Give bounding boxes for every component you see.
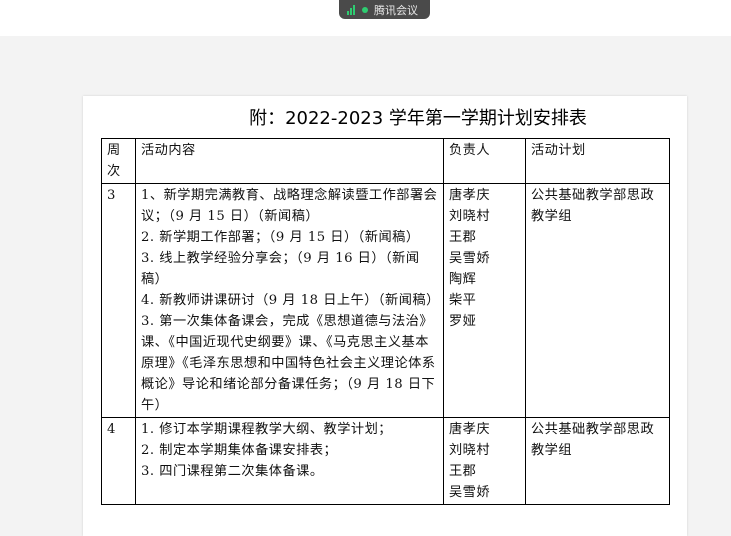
signal-icon [347,4,355,15]
content-item: 2. 新学期工作部署；（9 月 15 日）（新闻稿） [141,230,420,245]
content-item: 1. 修订本学期课程教学大纲、教学计划； [141,422,392,437]
document-page: 附：2022-2023 学年第一学期计划安排表 周次 活动内容 负责人 活动计划… [83,96,687,536]
owner-name: 陶辉 [449,272,477,287]
owner-name: 唐孝庆 [449,422,491,437]
schedule-table: 周次 活动内容 负责人 活动计划 3 1、新学期完满教育、战略理念解读暨工作部署… [101,138,670,505]
owner-name: 王郡 [449,464,477,479]
owner-name: 罗娅 [449,314,477,329]
content-cell: 1、新学期完满教育、战略理念解读暨工作部署会议；（9 月 15 日）（新闻稿） … [135,183,444,418]
header-plan: 活动计划 [525,138,670,184]
meeting-label: 腾讯会议 [374,3,418,17]
owner-cell: 唐孝庆 刘晓村 王郡 吴雪娇 陶辉 柴平 罗娅 [443,183,526,418]
table-row: 4 1. 修订本学期课程教学大纲、教学计划； 2. 制定本学期集体备课安排表； … [101,417,670,505]
plan-cell: 公共基础教学部思政教学组 [525,417,670,505]
table-header-row: 周次 活动内容 负责人 活动计划 [101,138,670,184]
header-week: 周次 [101,138,136,184]
owner-name: 吴雪娇 [449,251,491,266]
plan-cell: 公共基础教学部思政教学组 [525,183,670,418]
header-owner: 负责人 [443,138,526,184]
content-item: 3. 第一次集体备课会，完成《思想道德与法治》课、《中国近现代史纲要》课、《马克… [141,314,436,413]
owner-name: 刘晓村 [449,443,491,458]
table-row: 3 1、新学期完满教育、战略理念解读暨工作部署会议；（9 月 15 日）（新闻稿… [101,183,670,418]
header-content: 活动内容 [135,138,444,184]
content-item: 1、新学期完满教育、战略理念解读暨工作部署会议；（9 月 15 日）（新闻稿） [141,188,438,224]
tencent-meeting-indicator[interactable]: 腾讯会议 [339,0,430,19]
owner-name: 吴雪娇 [449,485,491,500]
week-cell: 4 [101,417,136,505]
document-title: 附：2022-2023 学年第一学期计划安排表 [249,108,587,129]
content-item: 2. 制定本学期集体备课安排表； [141,443,338,458]
content-cell: 1. 修订本学期课程教学大纲、教学计划； 2. 制定本学期集体备课安排表； 3.… [135,417,444,505]
content-item: 3. 四门课程第二次集体备课。 [141,464,324,479]
content-item: 3. 线上教学经验分享会；（9 月 16 日）（新闻稿） [141,251,420,287]
recording-dot-icon [362,6,368,13]
owner-name: 唐孝庆 [449,188,491,203]
owner-name: 柴平 [449,293,477,308]
content-item: 4. 新教师讲课研讨（9 月 18 日上午）（新闻稿） [141,293,440,308]
week-cell: 3 [101,183,136,418]
owner-name: 王郡 [449,230,477,245]
owner-name: 刘晓村 [449,209,491,224]
owner-cell: 唐孝庆 刘晓村 王郡 吴雪娇 [443,417,526,505]
